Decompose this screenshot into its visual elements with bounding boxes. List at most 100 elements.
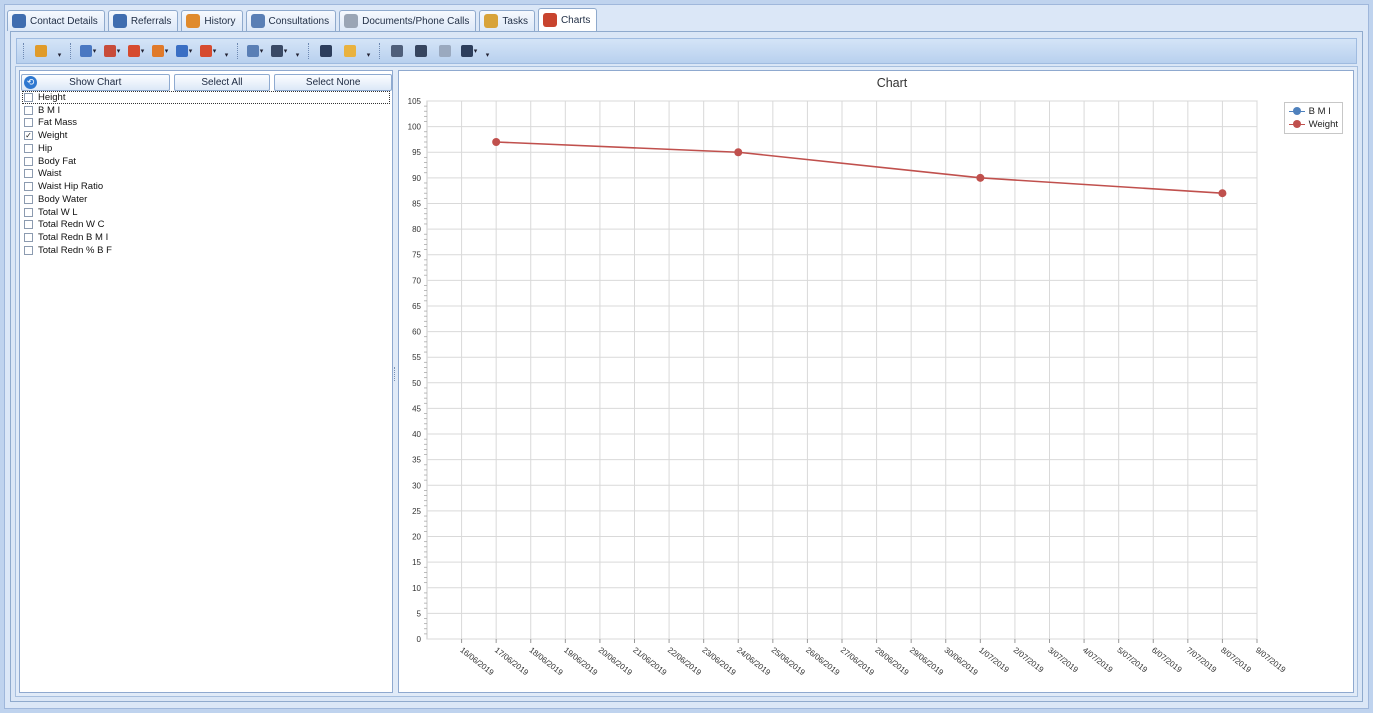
measurement-item[interactable]: Hip [22,142,390,155]
refresh-icon: ⟲ [24,76,37,89]
copy-icon [439,45,451,57]
y-tick-label: 35 [412,456,421,465]
tab-documents-phone-calls[interactable]: Documents/Phone Calls [339,10,477,31]
measurement-item[interactable]: Total W L [22,206,390,219]
measurement-item[interactable]: Total Redn % B F [22,244,390,257]
checkbox[interactable] [24,156,33,166]
checkbox[interactable] [24,233,33,243]
measurement-item[interactable]: Body Water [22,193,390,206]
line-chart: Chart 0 5 10 15 20 25 30 35 40 45 50 55 60 65 70 75 80 85 9… [408,76,1288,678]
measurement-item[interactable]: Fat Mass [22,117,390,130]
checkbox[interactable] [24,182,33,192]
checkbox[interactable] [24,143,33,153]
toolbar-separator [70,43,72,59]
y-tick-label: 60 [412,328,421,337]
x-tick-label: 16/06/2019 [458,645,496,677]
copy-button[interactable] [435,42,455,60]
measurement-item[interactable]: B M I [22,104,390,117]
tab-referrals[interactable]: Referrals [107,10,179,31]
show-chart-label: Show Chart [69,77,122,88]
tab-label: History [204,15,236,27]
pie-chart-button[interactable]: ▾ [126,42,146,60]
contact-icon [12,14,26,28]
measurement-item[interactable]: Height [22,91,390,104]
gantt-chart-icon [151,45,164,57]
x-tick-label: 2/07/2019 [1012,645,1046,674]
measurement-item[interactable]: ✓ Weight [22,129,390,142]
checkbox[interactable] [24,105,33,115]
measurement-item[interactable]: Total Redn W C [22,219,390,232]
select-all-button[interactable]: Select All [173,74,271,91]
checkbox[interactable]: ✓ [24,131,33,141]
print-preview-button[interactable] [387,42,407,60]
measurement-label: Hip [38,142,53,154]
chart-title: Chart [877,76,908,90]
checkbox[interactable] [24,169,33,179]
app-window: Contact Details Referrals History Consultat… [4,4,1369,709]
checkbox[interactable] [24,245,33,255]
tab-consultations[interactable]: Consultations [245,10,337,31]
panel-button-row: ⟲ Show Chart Select All Select None [20,71,392,93]
tab-label: Consultations [268,15,330,27]
print-icon [415,45,427,57]
bar-chart-button[interactable]: ▾ [78,42,98,60]
palette-button[interactable]: ▾ [245,42,265,60]
print-button[interactable] [411,42,431,60]
y-tick-label: 45 [412,404,421,413]
checkbox[interactable] [24,220,33,230]
scatter-chart-button[interactable]: ▾ [102,42,122,60]
legend-item[interactable]: B M I [1288,105,1338,118]
toolbar-overflow-button[interactable]: ▾ [222,43,231,59]
measurement-item[interactable]: Waist Hip Ratio [22,180,390,193]
measurement-item[interactable]: Body Fat [22,155,390,168]
measurement-item[interactable]: Waist [22,168,390,181]
area-chart-button[interactable]: ▾ [174,42,194,60]
tab-contact-details[interactable]: Contact Details [7,10,105,31]
toolbar-overflow-button[interactable]: ▾ [293,43,302,59]
save-button[interactable] [316,42,336,60]
tab-tasks[interactable]: Tasks [479,10,535,31]
open-folder-button[interactable] [340,42,360,60]
measurement-label: Total Redn % B F [38,244,112,256]
tab-history[interactable]: History [181,10,243,31]
legend-item[interactable]: Weight [1288,118,1338,131]
measurement-item[interactable]: Total Redn B M I [22,231,390,244]
toolbar-overflow-button[interactable]: ▾ [55,43,64,59]
gantt-chart-button[interactable]: ▾ [150,42,170,60]
zoom-button[interactable] [31,42,51,60]
x-tick-label: 28/06/2019 [873,645,911,677]
doughnut-chart-icon [199,45,212,57]
chevron-down-icon: ▾ [140,48,145,55]
doughnut-chart-button[interactable]: ▾ [198,42,218,60]
y-tick-label: 75 [412,251,421,260]
toolbar-overflow-button[interactable]: ▾ [483,43,492,59]
checkbox[interactable] [24,92,33,102]
toolbar-separator [308,43,310,59]
charts-page: ▾ ▾ ▾ ▾ ▾ ▾ ▾ ▾ ▾ ▾ ▾ ▾ ▾ ▾ ⟲ Show Chart Select All S… [10,31,1363,702]
bar-chart-icon [79,45,92,57]
data-point[interactable] [734,148,743,157]
x-tick-label: 4/07/2019 [1081,645,1115,674]
checkbox[interactable] [24,207,33,217]
legend-dot [1292,120,1301,128]
measurement-label: Total W L [38,206,78,218]
measurement-label: Total Redn W C [38,219,105,231]
export-button[interactable]: ▾ [459,42,479,60]
x-tick-label: 24/06/2019 [735,645,773,677]
legend-marker [1288,107,1305,116]
checkbox[interactable] [24,118,33,128]
data-point[interactable] [976,173,985,182]
select-all-label: Select All [201,77,243,88]
select-none-button[interactable]: Select None [274,74,392,91]
data-point[interactable] [1218,189,1227,198]
tab-charts[interactable]: Charts [537,8,598,31]
toolbar-overflow-button[interactable]: ▾ [364,43,373,59]
tab-label: Tasks [502,15,528,27]
appearance-button[interactable]: ▾ [269,42,289,60]
toolbar-separator [237,43,239,59]
show-chart-button[interactable]: ⟲ Show Chart [21,74,170,91]
checkbox[interactable] [24,194,33,204]
data-point[interactable] [492,137,501,146]
tab-label: Documents/Phone Calls [362,15,470,27]
measurement-label: Weight [38,130,68,142]
